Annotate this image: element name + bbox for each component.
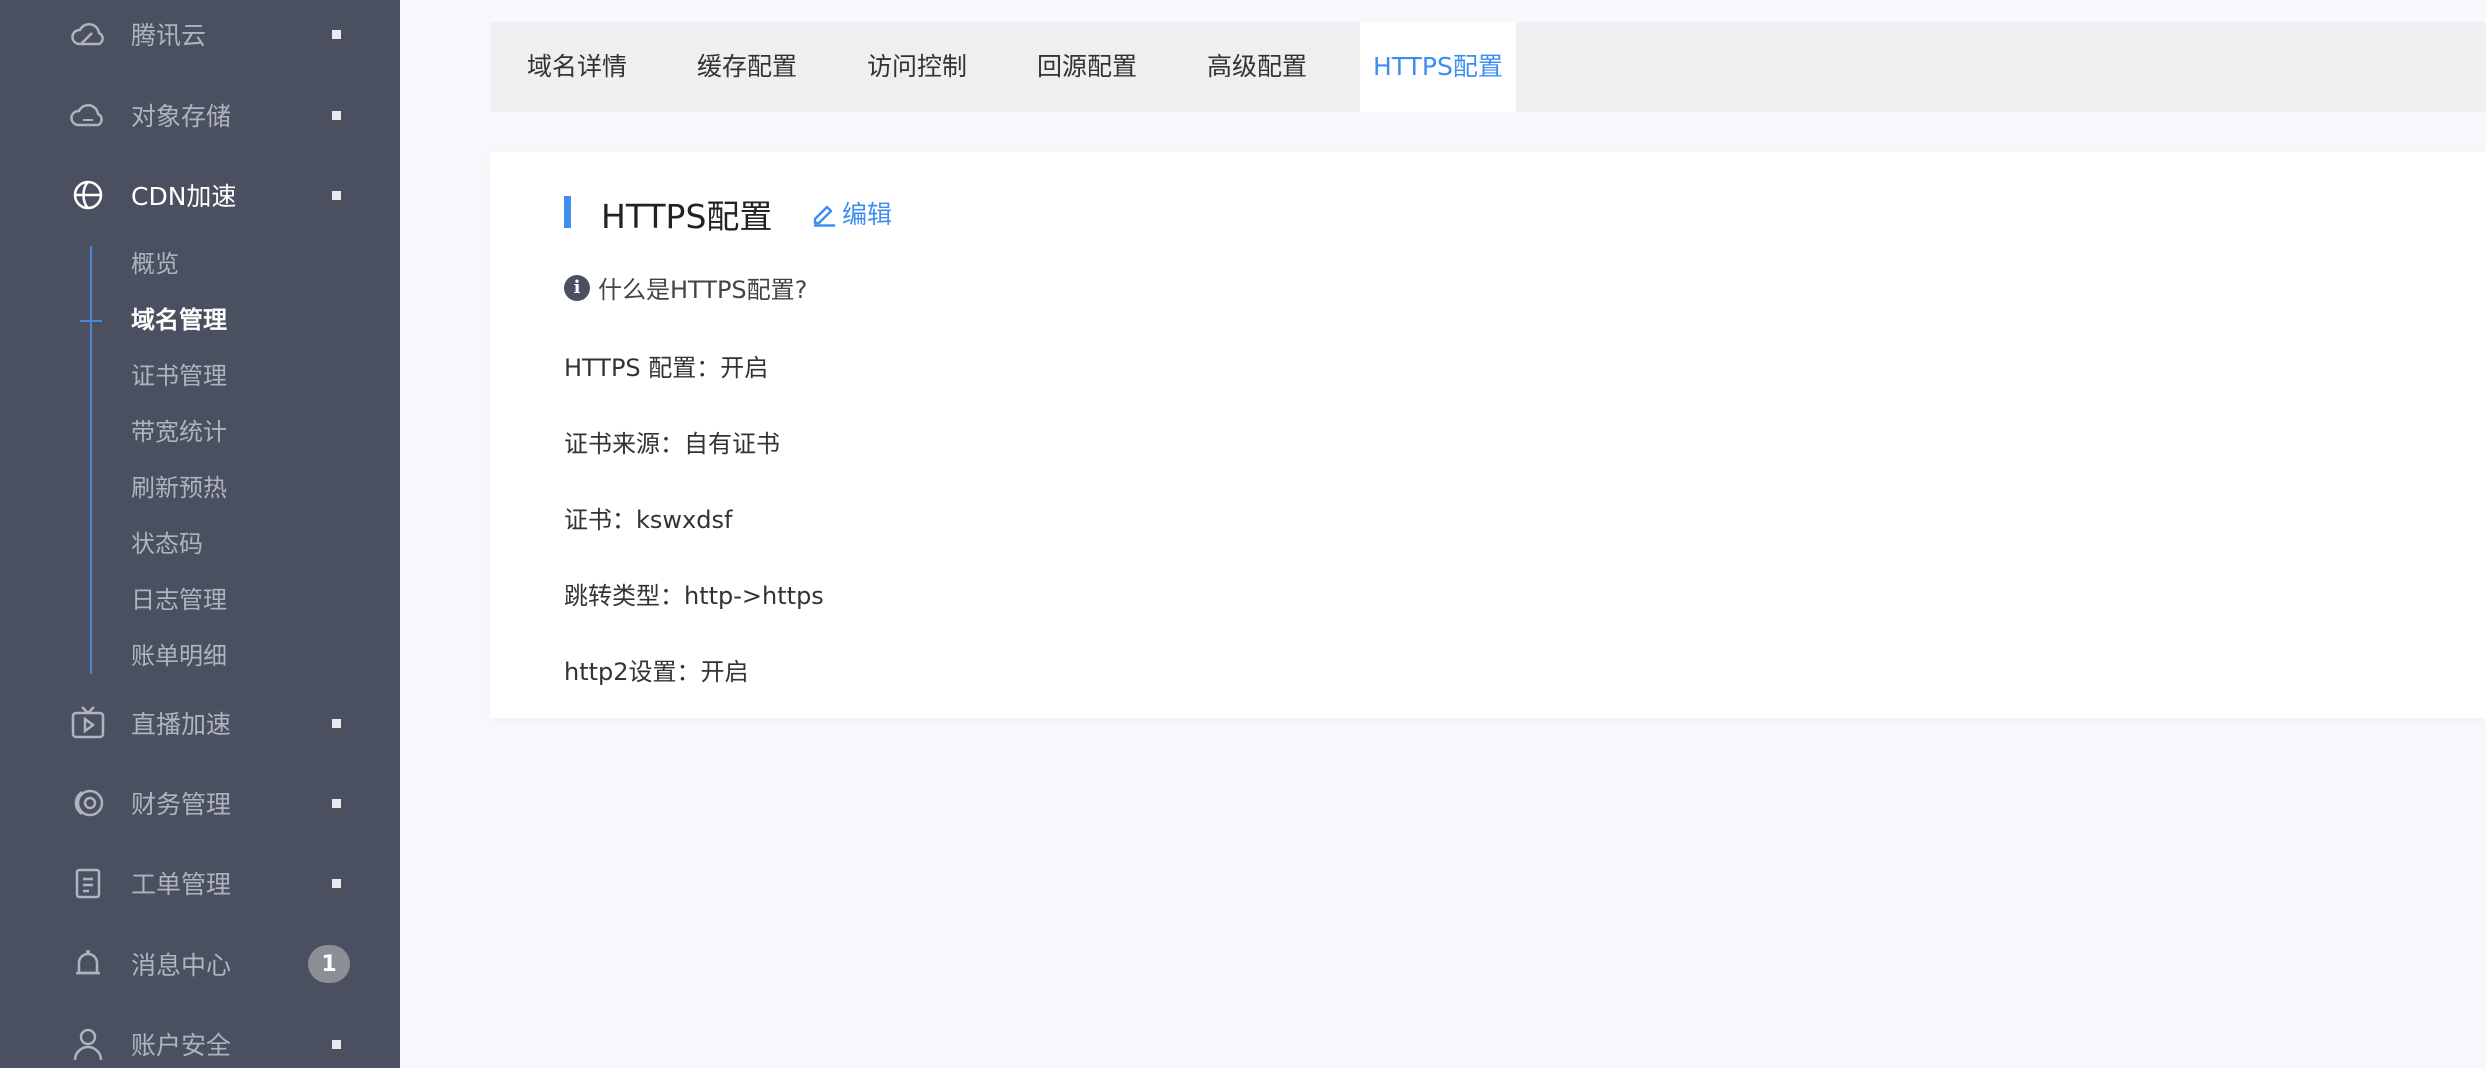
cloud-icon — [66, 12, 110, 56]
sidebar-item-label: 消息中心 — [131, 951, 232, 980]
sidebar-item-label: 对象存储 — [131, 102, 232, 131]
unread-count-badge: 1 — [308, 945, 350, 983]
submenu-item-overview[interactable]: 概览 — [131, 244, 179, 284]
sidebar-item-label: 直播加速 — [131, 710, 232, 739]
cdn-globe-icon — [66, 173, 110, 217]
sidebar-item-finance[interactable]: 财务管理 — [0, 773, 400, 833]
field-https-status: HTTPS 配置：开启 — [564, 354, 769, 382]
sidebar-item-label: 财务管理 — [131, 790, 232, 819]
tab-origin-config[interactable]: 回源配置 — [1024, 22, 1150, 112]
expand-dot-icon — [332, 798, 341, 808]
submenu-item-logs[interactable]: 日志管理 — [131, 580, 227, 620]
https-config-card: HTTPS配置 编辑 i 什么是HTTPS配置? HTTPS 配置：开启 证书来… — [490, 152, 2486, 718]
expand-dot-icon — [332, 1039, 341, 1049]
help-link[interactable]: i 什么是HTTPS配置? — [564, 270, 807, 305]
ticket-doc-icon — [66, 861, 110, 905]
field-certificate: 证书：kswxdsf — [564, 506, 733, 534]
submenu-item-certificates[interactable]: 证书管理 — [131, 356, 227, 396]
help-text: 什么是HTTPS配置? — [598, 276, 808, 304]
sidebar: 腾讯云 对象存储 CDN加速 概览 域名管理 证书管理 带宽统计 刷新预热 状态… — [0, 0, 400, 1068]
sidebar-item-messages[interactable]: 消息中心 1 — [0, 934, 400, 994]
expand-dot-icon — [332, 29, 341, 39]
tab-domain-details[interactable]: 域名详情 — [514, 22, 640, 112]
sidebar-item-tencent-cloud[interactable]: 腾讯云 — [0, 4, 400, 64]
finance-coin-icon — [66, 781, 110, 825]
expand-dot-icon — [332, 110, 341, 120]
field-http2: http2设置：开启 — [564, 658, 749, 686]
sidebar-item-account-security[interactable]: 账户安全 — [0, 1014, 400, 1068]
expand-dot-icon — [332, 878, 341, 888]
field-cert-source: 证书来源：自有证书 — [564, 430, 780, 458]
sidebar-item-label: 工单管理 — [131, 870, 232, 899]
expand-dot-icon — [332, 190, 341, 200]
field-redirect-type: 跳转类型：http->https — [564, 582, 824, 610]
tv-play-icon — [66, 701, 110, 745]
title-accent-bar — [564, 196, 571, 228]
sidebar-item-ticket[interactable]: 工单管理 — [0, 853, 400, 913]
sidebar-item-label: CDN加速 — [131, 182, 237, 211]
info-icon: i — [564, 274, 590, 301]
submenu-item-billing-details[interactable]: 账单明细 — [131, 636, 227, 676]
tab-advanced-config[interactable]: 高级配置 — [1194, 22, 1320, 112]
edit-button[interactable]: 编辑 — [810, 195, 892, 231]
pencil-icon — [813, 205, 835, 227]
sidebar-item-label: 腾讯云 — [131, 21, 207, 50]
edit-label: 编辑 — [842, 200, 893, 229]
expand-dot-icon — [332, 718, 341, 728]
tab-access-control[interactable]: 访问控制 — [854, 22, 980, 112]
card-title: HTTPS配置 — [601, 197, 773, 236]
submenu-guide-line — [90, 246, 92, 674]
submenu-item-refresh-preheat[interactable]: 刷新预热 — [131, 468, 227, 508]
submenu-item-status-code[interactable]: 状态码 — [131, 524, 203, 564]
sidebar-item-live-acceleration[interactable]: 直播加速 — [0, 693, 400, 753]
sidebar-item-object-storage[interactable]: 对象存储 — [0, 85, 400, 145]
submenu-item-bandwidth[interactable]: 带宽统计 — [131, 412, 227, 452]
user-icon — [66, 1022, 110, 1066]
sidebar-item-label: 账户安全 — [131, 1031, 232, 1060]
sidebar-item-cdn[interactable]: CDN加速 — [0, 165, 400, 225]
bell-icon — [66, 942, 110, 986]
config-tab-bar: 域名详情 缓存配置 访问控制 回源配置 高级配置 HTTPS配置 — [490, 22, 2486, 112]
submenu-item-domain-management[interactable]: 域名管理 — [131, 300, 227, 340]
cloud-storage-icon — [66, 93, 110, 137]
submenu-active-marker — [80, 320, 102, 322]
tab-cache-config[interactable]: 缓存配置 — [684, 22, 810, 112]
tab-https-config[interactable]: HTTPS配置 — [1360, 22, 1516, 112]
